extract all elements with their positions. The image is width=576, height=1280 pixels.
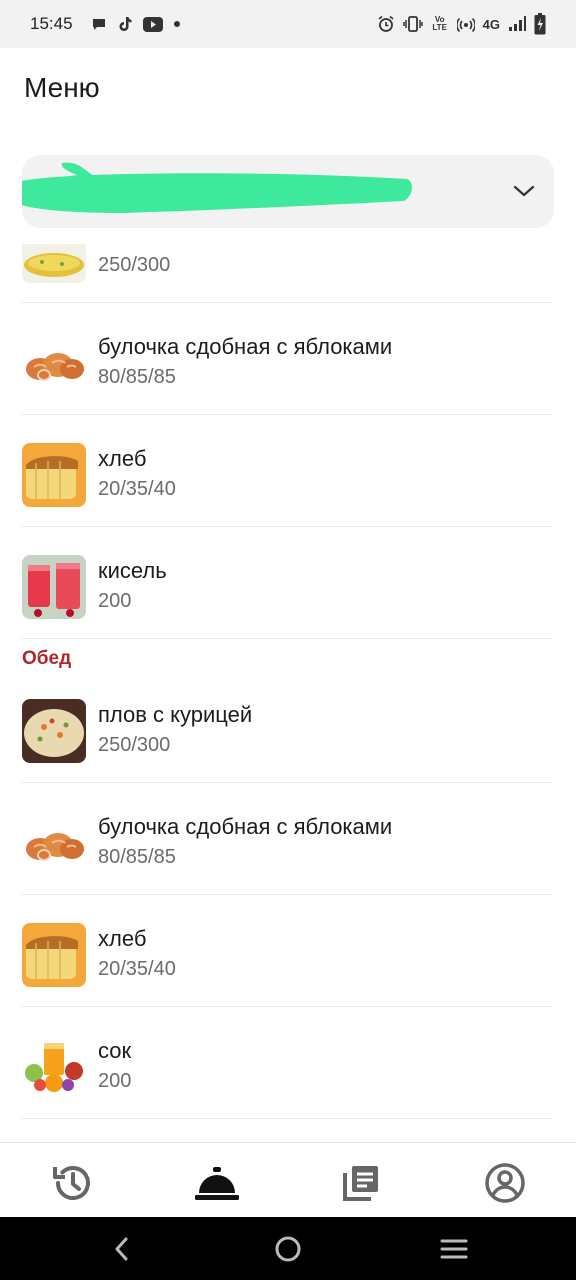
- list-item: хлеб 20/35/40: [22, 895, 552, 1007]
- pilaf-thumbnail: [22, 699, 86, 763]
- account-icon: [485, 1163, 525, 1203]
- list-item: сок 200: [22, 1007, 552, 1119]
- signal-icon: [509, 16, 526, 31]
- item-portion: 250/300: [98, 734, 171, 756]
- nav-menu[interactable]: [193, 1159, 241, 1207]
- nav-library[interactable]: [337, 1159, 385, 1207]
- volte-indicator: Vo LTE: [432, 15, 447, 32]
- hotspot-icon: [456, 17, 475, 33]
- battery-charging-icon: [534, 13, 546, 35]
- system-home-button[interactable]: [270, 1231, 306, 1267]
- item-name: хлеб: [98, 926, 147, 951]
- back-icon: [115, 1237, 128, 1261]
- chat-bubble-icon: [92, 19, 105, 30]
- item-name: сок: [98, 1038, 132, 1063]
- list-item: плов с курицей 250/300: [22, 671, 552, 783]
- home-circle-icon: [275, 1236, 301, 1262]
- item-portion: 80/85/85: [98, 846, 176, 868]
- bottom-navigation: [0, 1142, 576, 1217]
- library-icon: [343, 1166, 378, 1201]
- item-name: хлеб: [98, 446, 147, 471]
- network-type: 4G: [482, 16, 500, 32]
- item-portion: 200: [98, 590, 132, 612]
- vibrate-icon: [402, 16, 423, 32]
- alarm-icon: [378, 15, 394, 32]
- item-name: кисель: [98, 558, 167, 583]
- section-title-lunch: Обед: [22, 648, 72, 669]
- juice-thumbnail: [22, 1035, 86, 1099]
- list-item: хлеб 20/35/40: [22, 415, 552, 527]
- status-bar: 15:45 Vo LTE 4G: [0, 0, 576, 48]
- item-portion: 80/85/85: [98, 366, 176, 388]
- system-recents-button[interactable]: [436, 1231, 472, 1267]
- history-icon: [53, 1166, 90, 1200]
- list-item: булочка сдобная с яблоками 80/85/85: [22, 783, 552, 895]
- service-bell-icon: [195, 1167, 239, 1200]
- menu-lines-icon: [440, 1239, 468, 1259]
- item-portion: 200: [98, 1070, 132, 1092]
- page-title: Меню: [24, 72, 100, 103]
- list-item: 250/300: [22, 244, 552, 303]
- item-name: плов с курицей: [98, 702, 253, 727]
- omelette-thumbnail: [22, 244, 86, 283]
- system-back-button[interactable]: [104, 1231, 140, 1267]
- system-navigation-bar: [0, 1217, 576, 1280]
- item-portion: 250/300: [98, 254, 171, 276]
- menu-selector-dropdown[interactable]: [22, 155, 554, 228]
- list-item: кисель 200: [22, 527, 552, 639]
- item-portion: 20/35/40: [98, 958, 176, 980]
- item-portion: 20/35/40: [98, 478, 176, 500]
- youtube-icon: [142, 16, 163, 32]
- status-time: 15:45: [30, 14, 73, 33]
- tiktok-icon: [119, 17, 132, 31]
- menu-list[interactable]: 250/300 булочка сдобная с яблоками 80/85…: [0, 244, 576, 1142]
- item-name: булочка сдобная с яблоками: [98, 334, 393, 359]
- list-item: булочка сдобная с яблоками 80/85/85: [22, 303, 552, 415]
- chevron-down-icon: [513, 185, 535, 197]
- bun-thumbnail: [22, 331, 86, 395]
- nav-account[interactable]: [481, 1159, 529, 1207]
- bun-thumbnail: [22, 811, 86, 875]
- kissel-thumbnail: [22, 555, 86, 619]
- redaction-mark: [22, 162, 412, 213]
- nav-history[interactable]: [48, 1159, 96, 1207]
- bread-thumbnail: [22, 923, 86, 987]
- item-name: булочка сдобная с яблоками: [98, 814, 393, 839]
- bread-thumbnail: [22, 443, 86, 507]
- dot-icon: [173, 21, 180, 27]
